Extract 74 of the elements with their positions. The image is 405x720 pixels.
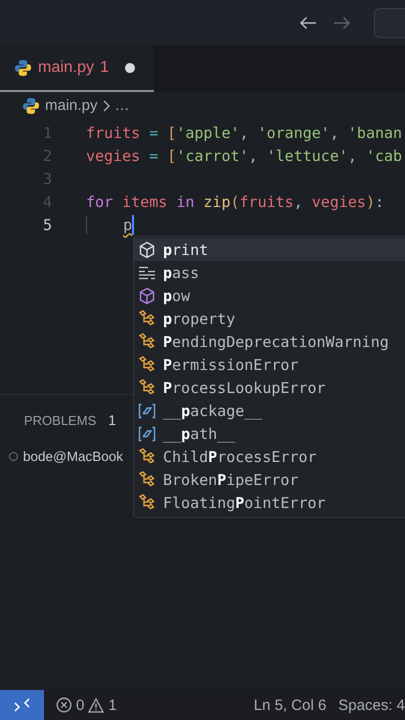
editor-tab[interactable]: main.py 1 (0, 45, 154, 92)
typed-text: p (123, 216, 132, 234)
variable-icon (138, 426, 156, 442)
branches-icon (138, 470, 156, 488)
code-token: : (375, 192, 384, 210)
code-token: = (148, 124, 160, 142)
suggestion-item[interactable]: ProcessLookupError (134, 376, 405, 399)
suggestion-item[interactable]: ChildProcessError (134, 445, 405, 468)
suggestion-item[interactable]: pow (134, 284, 405, 307)
code-token: ( (230, 192, 240, 210)
code-token: = (148, 146, 160, 164)
code-token: , (248, 146, 259, 164)
code-token: , (294, 192, 304, 210)
code-token: vegies (312, 192, 366, 210)
breadcrumb-item[interactable]: main.py (45, 97, 98, 114)
code-token: fruits (240, 192, 294, 210)
remote-button[interactable] (0, 690, 44, 720)
python-icon (22, 96, 40, 114)
problem-count: 1 (108, 412, 116, 428)
suggestion-item[interactable]: FloatingPointError (134, 491, 405, 514)
breadcrumb-item[interactable]: … (114, 97, 130, 114)
code-token: ) (366, 192, 375, 210)
variable-icon (138, 402, 156, 418)
code-token: 'apple' (176, 124, 240, 142)
circle-icon (9, 452, 18, 461)
code-token: , (240, 124, 250, 142)
command-center[interactable] (374, 8, 405, 38)
code-token: 'cab (366, 146, 402, 164)
python-icon (14, 58, 32, 76)
branches-icon (138, 378, 156, 396)
remote-icon (14, 698, 30, 712)
problem-count: 1 (100, 58, 109, 76)
code-token: 'carrot' (176, 146, 249, 164)
code-token: items (122, 192, 168, 210)
branches-icon (138, 448, 156, 466)
suggestion-item[interactable]: __package__ (134, 399, 405, 422)
branches-icon (138, 494, 156, 512)
suggestion-item[interactable]: property (134, 307, 405, 330)
code-token: [ (167, 146, 176, 164)
cube-icon (138, 240, 156, 258)
warning-icon (88, 698, 104, 712)
suggestion-item[interactable]: __path__ (134, 422, 405, 445)
code-token: zip (203, 192, 230, 210)
cube-icon (138, 286, 156, 304)
chevron-icon (102, 100, 110, 112)
warning-count: 1 (108, 696, 117, 714)
text-cursor (132, 214, 134, 234)
branches-icon (138, 332, 156, 350)
code-token: fruits (86, 124, 140, 142)
suggestion-item[interactable]: PermissionError (134, 353, 405, 376)
code-token: in (176, 192, 196, 210)
suggestion-item[interactable]: BrokenPipeError (134, 468, 405, 491)
code-token: [ (167, 124, 176, 142)
suggestion-item[interactable]: pass (134, 261, 405, 284)
code-token: for (86, 192, 114, 210)
indent-setting[interactable]: Spaces: 4 (338, 696, 405, 714)
cursor-position[interactable]: Ln 5, Col 6 (254, 696, 326, 714)
line-number: 5 (42, 216, 53, 234)
code-token: , (348, 146, 358, 164)
suggestion-item[interactable]: print (134, 238, 405, 261)
tab-label: main.py (38, 58, 94, 76)
code-token: , (330, 124, 340, 142)
branches-icon (138, 310, 156, 328)
branches-icon (138, 356, 156, 374)
error-count: 0 (76, 696, 84, 714)
code-token: 'orange' (258, 124, 330, 142)
error-icon (56, 697, 72, 713)
panel-tab[interactable]: PROBLEMS (24, 412, 96, 428)
code-token: 'banan (348, 124, 402, 142)
suggestion-item[interactable]: PendingDeprecationWarning (134, 330, 405, 353)
lines-icon (138, 266, 156, 280)
code-token: 'lettuce' (266, 146, 348, 164)
code-token: vegies (86, 146, 140, 164)
terminal-prompt: bode@MacBook (23, 449, 124, 464)
